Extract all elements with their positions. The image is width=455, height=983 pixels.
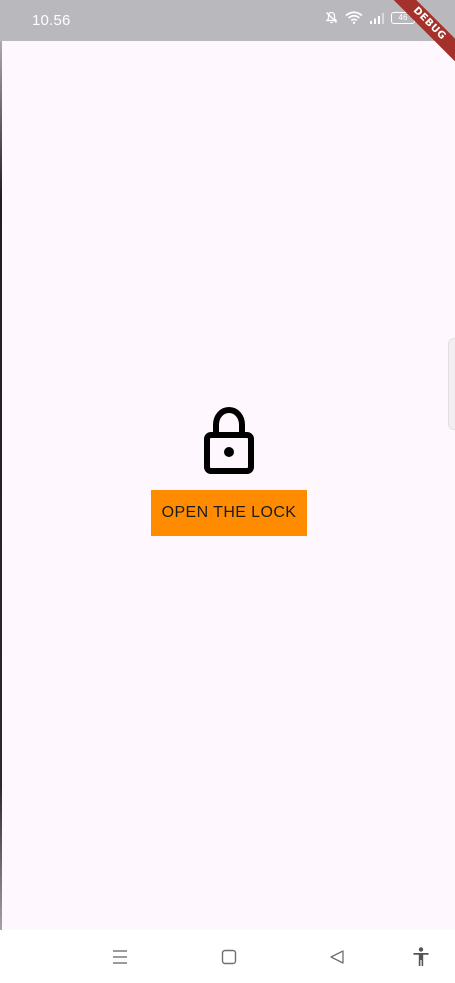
battery-level: 46: [398, 12, 408, 22]
wifi-icon: [345, 11, 363, 24]
status-icons: 46: [325, 11, 429, 24]
edge-panel-handle[interactable]: [448, 338, 455, 430]
open-lock-button[interactable]: OPEN THE LOCK: [151, 490, 307, 536]
navigation-bar: [0, 930, 455, 983]
signal-icon: [370, 12, 384, 24]
screen-edge: [0, 0, 2, 983]
charging-icon: [422, 11, 429, 24]
status-time: 10.56: [32, 12, 71, 29]
home-icon[interactable]: [218, 946, 240, 968]
menu-icon[interactable]: [109, 946, 131, 968]
app-screen: 10.56 46 DEBUG OPEN THE LOCK: [0, 0, 455, 983]
back-icon[interactable]: [326, 946, 348, 968]
mute-icon: [325, 11, 338, 24]
lock-icon: [200, 406, 258, 476]
accessibility-icon[interactable]: [410, 946, 432, 968]
status-bar: 10.56 46: [0, 0, 455, 41]
battery-icon: 46: [391, 11, 418, 24]
